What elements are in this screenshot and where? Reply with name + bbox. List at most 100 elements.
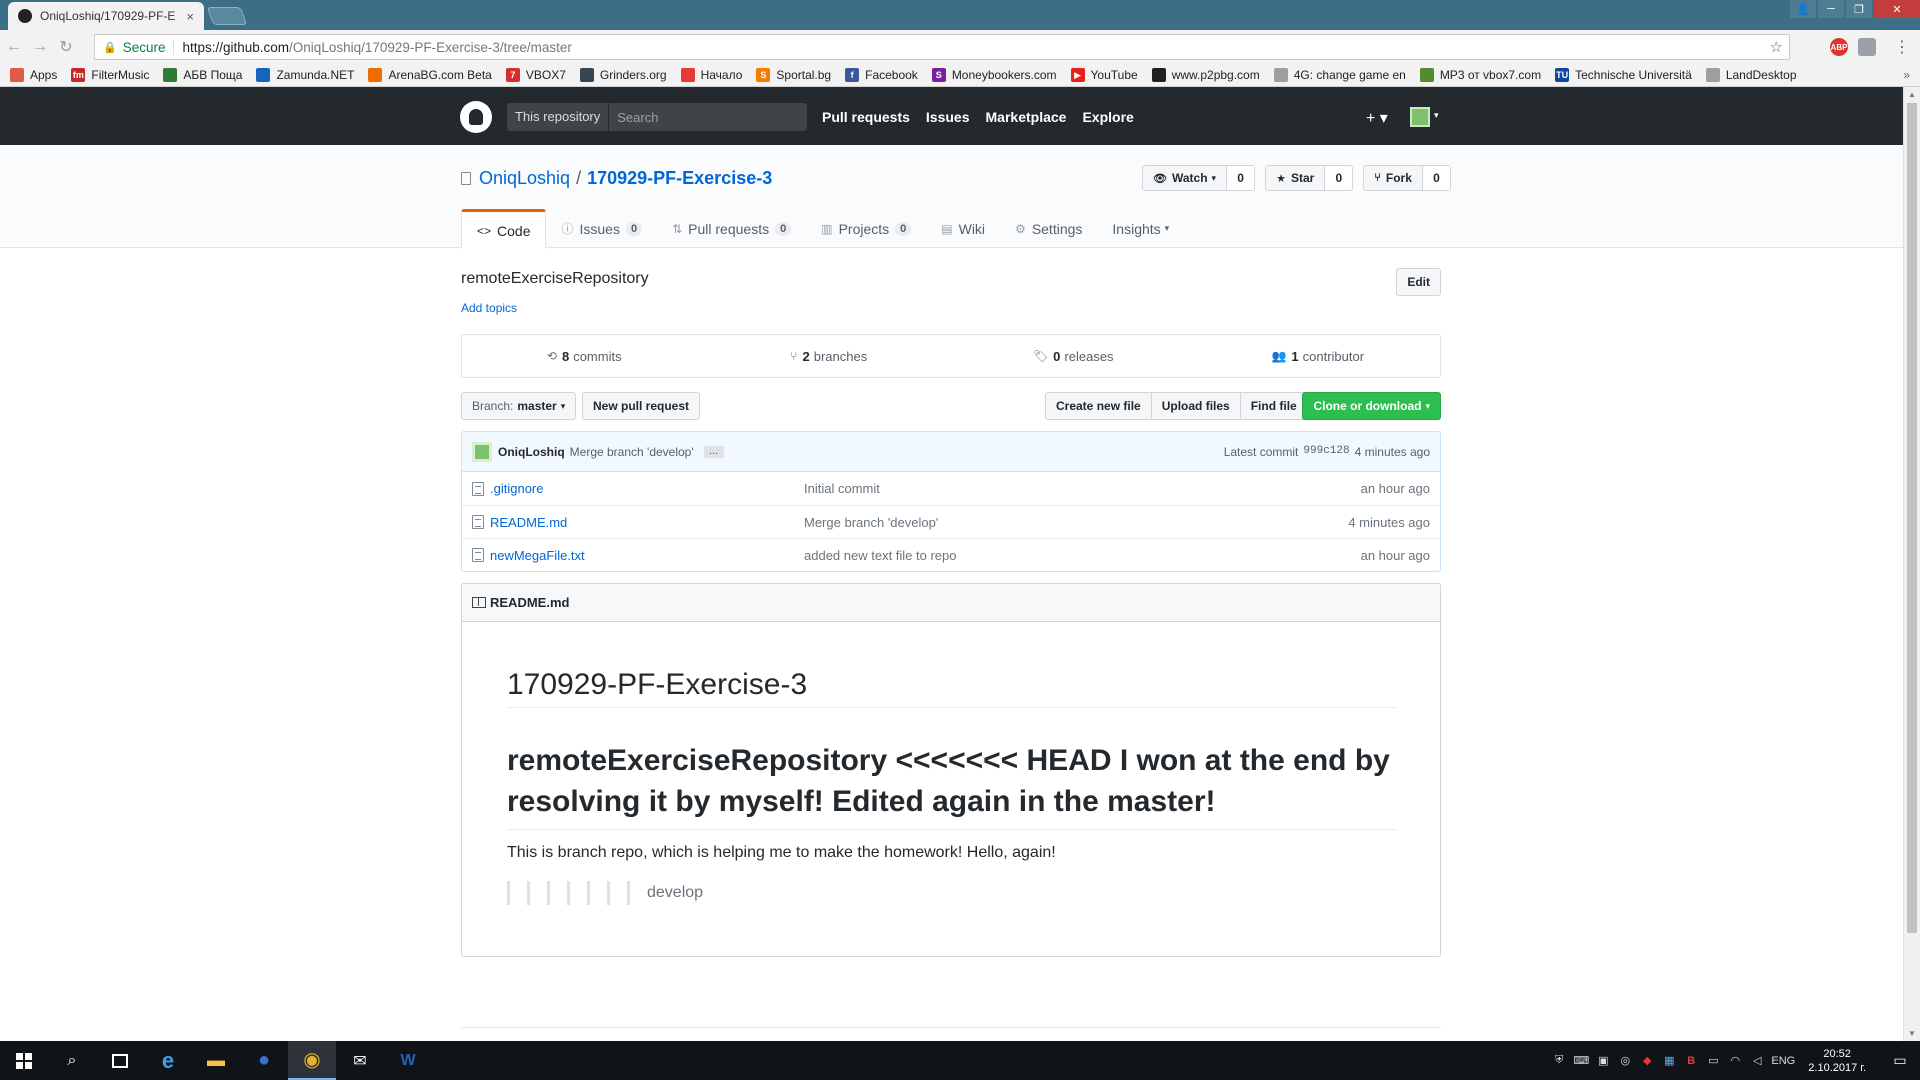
bookmark-item[interactable]: TU Technische Universitä bbox=[1555, 68, 1692, 82]
create-new-file-button[interactable]: Create new file bbox=[1045, 392, 1152, 420]
firefox-icon[interactable]: ● bbox=[240, 1041, 288, 1080]
bookmark-item[interactable]: ArenaBG.com Beta bbox=[368, 68, 492, 82]
start-button[interactable] bbox=[0, 1041, 48, 1080]
branch-select-button[interactable]: Branch: master ▾ bbox=[461, 392, 577, 420]
search-input[interactable] bbox=[609, 103, 807, 131]
b-app-icon[interactable]: B bbox=[1680, 1055, 1702, 1067]
extension-icon[interactable] bbox=[1858, 38, 1876, 56]
bookmark-item[interactable]: LandDesktop bbox=[1705, 68, 1797, 82]
forward-arrow-icon[interactable]: → bbox=[28, 38, 52, 56]
bookmark-item[interactable]: Apps bbox=[10, 68, 57, 82]
edit-description-button[interactable]: Edit bbox=[1396, 268, 1441, 296]
browser-tab[interactable]: OniqLoshiq/170929-PF-E × bbox=[8, 2, 204, 30]
steam-icon[interactable]: ◎ bbox=[1614, 1054, 1636, 1067]
app-tray-icon[interactable]: ▣ bbox=[1592, 1054, 1614, 1067]
tab-insights[interactable]: Insights ▾ bbox=[1097, 209, 1184, 248]
battery-icon[interactable]: ▭ bbox=[1702, 1054, 1724, 1067]
bookmark-item[interactable]: АБВ Поща bbox=[163, 68, 242, 82]
window-close-icon[interactable]: ✕ bbox=[1874, 0, 1920, 18]
bookmark-item[interactable]: fm FilterMusic bbox=[71, 68, 149, 82]
bookmark-item[interactable]: 4G: change game en bbox=[1273, 68, 1406, 82]
scroll-down-icon[interactable]: ▼ bbox=[1908, 1029, 1916, 1038]
nav-issues[interactable]: Issues bbox=[926, 103, 970, 131]
watch-count[interactable]: 0 bbox=[1227, 165, 1256, 191]
bookmark-item[interactable]: f Facebook bbox=[845, 68, 918, 82]
bookmark-item[interactable]: www.p2pbg.com bbox=[1151, 68, 1260, 82]
new-pull-request-button[interactable]: New pull request bbox=[582, 392, 701, 420]
clock[interactable]: 20:52 2.10.2017 г. bbox=[1808, 1047, 1866, 1075]
tab-code[interactable]: <> Code bbox=[461, 209, 547, 249]
file-name-link[interactable]: .gitignore bbox=[490, 481, 804, 496]
chrome-menu-icon[interactable]: ⋮ bbox=[1894, 37, 1910, 57]
search-scope-label[interactable]: This repository bbox=[507, 103, 610, 131]
contributors-link[interactable]: 👥 1 contributor bbox=[1196, 335, 1441, 377]
notifications-icon[interactable]: ▭ bbox=[1880, 1052, 1920, 1069]
clone-download-button[interactable]: Clone or download ▾ bbox=[1302, 392, 1441, 420]
commit-sha[interactable]: 999c128 bbox=[1303, 445, 1349, 459]
shield-icon[interactable]: ⛨ bbox=[1548, 1054, 1570, 1067]
commit-expand-button[interactable]: … bbox=[703, 445, 724, 458]
page-scrollbar[interactable]: ▲ ▼ bbox=[1903, 87, 1920, 1041]
bookmark-item[interactable]: MP3 от vbox7.com bbox=[1419, 68, 1541, 82]
mail-icon[interactable]: ✉ bbox=[336, 1041, 384, 1080]
repo-name-link[interactable]: 170929-PF-Exercise-3 bbox=[587, 168, 772, 189]
search-icon[interactable]: ⌕ bbox=[48, 1041, 96, 1080]
scroll-up-icon[interactable]: ▲ bbox=[1908, 90, 1916, 99]
nav-pull-requests[interactable]: Pull requests bbox=[822, 103, 910, 131]
wifi-icon[interactable]: ◠ bbox=[1724, 1054, 1746, 1067]
create-new-dropdown[interactable]: + ▾ bbox=[1366, 108, 1388, 128]
tab-pull-requests[interactable]: ⇅ Pull requests 0 bbox=[657, 209, 806, 248]
keyboard-icon[interactable]: ⌨ bbox=[1570, 1054, 1592, 1067]
commit-author-avatar[interactable] bbox=[472, 441, 492, 462]
file-commit-message[interactable]: added new text file to repo bbox=[804, 548, 1300, 563]
commit-message[interactable]: Merge branch 'develop' bbox=[570, 445, 694, 459]
bookmarks-overflow-button[interactable]: » bbox=[1903, 68, 1910, 82]
file-name-link[interactable]: newMegaFile.txt bbox=[490, 548, 804, 563]
address-bar[interactable]: 🔒 Secure https://github.com /OniqLoshiq/… bbox=[94, 34, 1790, 60]
adblock-extension-icon[interactable]: ABP bbox=[1830, 38, 1848, 56]
bookmark-item[interactable]: S Sportal.bg bbox=[756, 68, 831, 82]
language-indicator[interactable]: ENG bbox=[1768, 1055, 1798, 1067]
repo-owner-link[interactable]: OniqLoshiq bbox=[479, 168, 570, 189]
file-commit-message[interactable]: Merge branch 'develop' bbox=[804, 515, 1300, 530]
antivirus-icon[interactable]: ◆ bbox=[1636, 1054, 1658, 1067]
tab-issues[interactable]: ⓘ Issues 0 bbox=[546, 209, 657, 248]
star-count[interactable]: 0 bbox=[1325, 165, 1354, 191]
file-name-link[interactable]: README.md bbox=[490, 515, 804, 530]
bookmark-item[interactable]: S Moneybookers.com bbox=[931, 68, 1057, 82]
bookmark-star-icon[interactable]: ☆ bbox=[1770, 38, 1783, 56]
tab-projects[interactable]: ▥ Projects 0 bbox=[806, 209, 926, 248]
nav-marketplace[interactable]: Marketplace bbox=[986, 103, 1067, 131]
releases-link[interactable]: 🏷 0 releases bbox=[951, 335, 1196, 377]
file-commit-message[interactable]: Initial commit bbox=[804, 481, 1300, 496]
task-view-icon[interactable] bbox=[96, 1041, 144, 1080]
volume-icon[interactable]: ◁ bbox=[1746, 1054, 1768, 1067]
minimize-icon[interactable]: ─ bbox=[1818, 0, 1844, 18]
restore-icon[interactable]: ❐ bbox=[1846, 0, 1872, 18]
commits-link[interactable]: ⟲ 8 commits bbox=[462, 335, 707, 377]
fork-button[interactable]: ⑂ Fork bbox=[1363, 165, 1423, 191]
reload-icon[interactable]: ↻ bbox=[54, 37, 78, 57]
bookmark-item[interactable]: Начало bbox=[680, 68, 742, 82]
tab-close-icon[interactable]: × bbox=[186, 9, 194, 24]
back-arrow-icon[interactable]: ← bbox=[2, 38, 26, 56]
watch-button[interactable]: 👁 Watch ▾ bbox=[1142, 165, 1228, 191]
bookmark-item[interactable]: ▶ YouTube bbox=[1070, 68, 1138, 82]
profile-icon[interactable]: 👤 bbox=[1790, 0, 1816, 18]
star-button[interactable]: ★ Star bbox=[1265, 165, 1326, 191]
fork-count[interactable]: 0 bbox=[1422, 165, 1451, 191]
add-topics-link[interactable]: Add topics bbox=[461, 301, 517, 315]
edge-icon[interactable]: e bbox=[144, 1041, 192, 1080]
new-tab-button[interactable] bbox=[206, 7, 248, 25]
nav-explore[interactable]: Explore bbox=[1082, 103, 1133, 131]
bookmark-item[interactable]: Grinders.org bbox=[579, 68, 667, 82]
github-logo-icon[interactable] bbox=[460, 101, 492, 133]
file-explorer-icon[interactable]: ▬ bbox=[192, 1041, 240, 1080]
user-avatar[interactable] bbox=[1410, 107, 1430, 127]
find-file-button[interactable]: Find file bbox=[1239, 392, 1308, 420]
tab-wiki[interactable]: ▤ Wiki bbox=[926, 209, 1000, 248]
network-app-icon[interactable]: ▦ bbox=[1658, 1054, 1680, 1067]
chrome-icon[interactable]: ◉ bbox=[288, 1041, 336, 1080]
bookmark-item[interactable]: Zamunda.NET bbox=[256, 68, 354, 82]
branches-link[interactable]: ⑂ 2 branches bbox=[707, 335, 952, 377]
